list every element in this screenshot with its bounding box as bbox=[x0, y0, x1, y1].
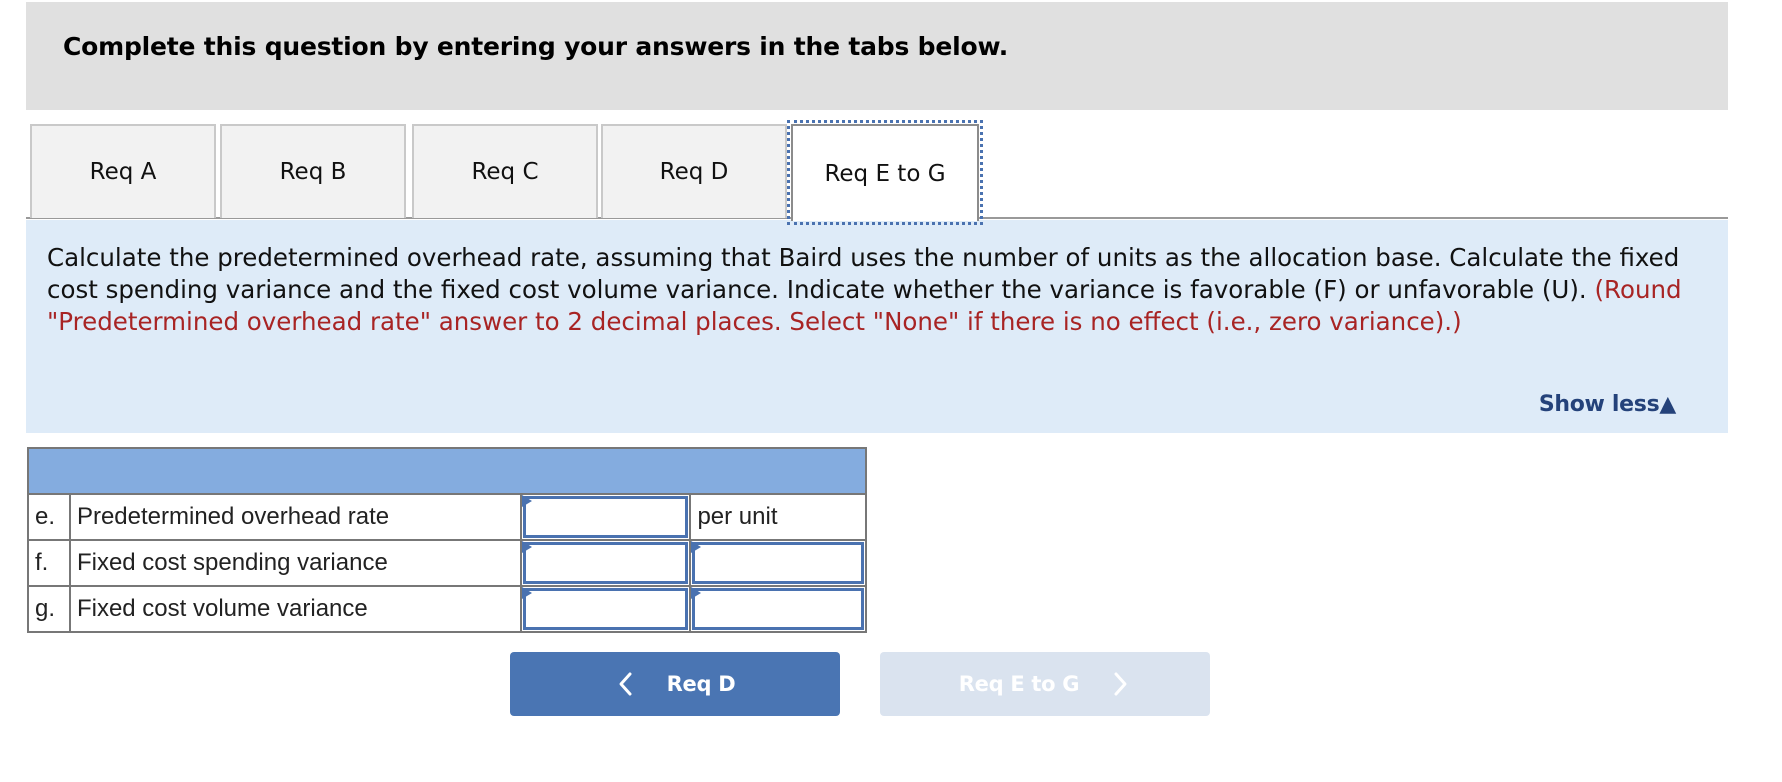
effect-cell bbox=[689, 585, 867, 633]
answer-table: e. Predetermined overhead rate per unit … bbox=[27, 447, 867, 633]
prev-req-d-button[interactable]: Req D bbox=[510, 652, 840, 716]
unit-label: per unit bbox=[697, 503, 778, 530]
spending-variance-input[interactable] bbox=[526, 545, 686, 581]
tab-req-b[interactable]: Req B bbox=[220, 124, 406, 218]
question-instruction: Calculate the predetermined overhead rat… bbox=[47, 243, 1680, 304]
spending-variance-input-box bbox=[523, 542, 689, 584]
row-label: Fixed cost volume variance bbox=[68, 585, 523, 633]
instructions-header: Complete this question by entering your … bbox=[26, 2, 1728, 110]
table-header-row bbox=[27, 447, 867, 495]
chevron-left-icon bbox=[619, 672, 632, 696]
answer-cell bbox=[519, 585, 692, 633]
show-less-toggle[interactable]: Show less▲ bbox=[1539, 392, 1676, 417]
volume-variance-effect-select[interactable] bbox=[692, 588, 864, 630]
tab-strip: Req A Req B Req C Req D Req E to G bbox=[26, 120, 1728, 225]
next-req-e-to-g-button[interactable]: Req E to G bbox=[880, 652, 1210, 716]
table-row: e. Predetermined overhead rate per unit bbox=[27, 493, 867, 541]
tab-req-e-to-g[interactable]: Req E to G bbox=[787, 120, 983, 225]
show-less-label: Show less bbox=[1538, 392, 1660, 417]
row-letter: g. bbox=[27, 585, 71, 633]
table-header-cell bbox=[27, 447, 867, 495]
triangle-up-icon: ▲ bbox=[1659, 392, 1676, 417]
volume-variance-input[interactable] bbox=[526, 591, 686, 627]
row-label: Predetermined overhead rate bbox=[68, 493, 523, 541]
effect-cell bbox=[689, 539, 867, 587]
table-row: f. Fixed cost spending variance bbox=[27, 539, 867, 587]
unit-cell: per unit bbox=[689, 493, 867, 541]
row-letter: f. bbox=[27, 539, 71, 587]
instructions-title: Complete this question by entering your … bbox=[63, 32, 1009, 61]
question-panel: Calculate the predetermined overhead rat… bbox=[26, 220, 1728, 433]
next-button-label: Req E to G bbox=[958, 672, 1080, 696]
volume-variance-input-box bbox=[523, 588, 689, 630]
row-label: Fixed cost spending variance bbox=[68, 539, 523, 587]
answer-cell bbox=[519, 493, 692, 541]
tab-req-c[interactable]: Req C bbox=[412, 124, 598, 218]
chevron-right-icon bbox=[1114, 672, 1127, 696]
row-letter: e. bbox=[27, 493, 71, 541]
tab-req-d[interactable]: Req D bbox=[601, 124, 787, 218]
answer-cell bbox=[519, 539, 692, 587]
table-row: g. Fixed cost volume variance bbox=[27, 585, 867, 633]
question-text: Calculate the predetermined overhead rat… bbox=[47, 242, 1707, 338]
predetermined-rate-input-box bbox=[523, 496, 689, 538]
spending-variance-effect-select[interactable] bbox=[692, 542, 864, 584]
predetermined-rate-input[interactable] bbox=[526, 499, 686, 535]
prev-button-label: Req D bbox=[666, 672, 736, 696]
tab-req-a[interactable]: Req A bbox=[30, 124, 216, 218]
